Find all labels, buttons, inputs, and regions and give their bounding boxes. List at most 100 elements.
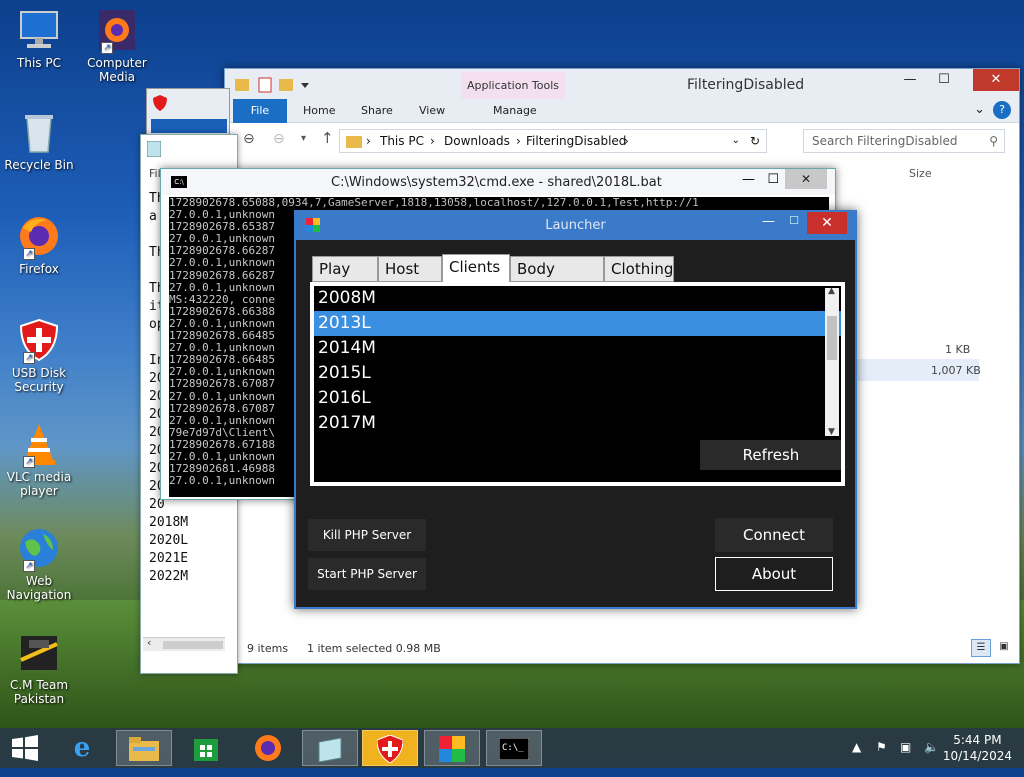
scrollbar-thumb[interactable] [163, 641, 223, 649]
cmd-title: C:\Windows\system32\cmd.exe - shared\201… [331, 175, 662, 190]
start-button[interactable] [0, 730, 50, 766]
ribbon-share-tab[interactable]: Share [361, 104, 393, 117]
scrollbar-thumb[interactable] [827, 316, 837, 360]
ribbon-tabs: File Home Share View Manage ⌄ ? [225, 99, 1019, 123]
client-list-item[interactable]: 2015L [314, 361, 841, 386]
breadcrumb-downloads[interactable]: Downloads [444, 130, 510, 152]
volume-icon[interactable]: 🔈 [924, 740, 939, 754]
action-center-icon[interactable]: ⚑ [876, 740, 887, 754]
scroll-left-icon[interactable]: ‹ [147, 636, 151, 649]
back-icon[interactable]: ⊖ [243, 131, 255, 147]
client-list-item[interactable]: 2016L [314, 386, 841, 411]
usb-disk-security-window[interactable] [146, 88, 230, 138]
close-button[interactable]: ✕ [785, 169, 827, 189]
up-icon[interactable]: ↑ [321, 129, 334, 147]
client-list-item[interactable]: 2008M [314, 286, 841, 311]
explorer-titlebar[interactable]: Application Tools FilteringDisabled — ☐ … [225, 69, 1019, 100]
taskbar-notepad[interactable] [302, 730, 358, 766]
taskbar-clock[interactable]: 5:44 PM 10/14/2024 [943, 732, 1012, 764]
tab-host[interactable]: Host [378, 256, 442, 282]
refresh-icon[interactable]: ↻ [750, 130, 760, 152]
store-icon [194, 739, 218, 761]
start-php-server-button[interactable]: Start PHP Server [308, 558, 426, 590]
scroll-up-icon[interactable]: ▲ [828, 286, 835, 296]
desktop-icon-label: This PC [17, 56, 61, 70]
taskbar-store[interactable] [178, 730, 234, 766]
taskbar-cmd[interactable]: C:\_ [486, 730, 542, 766]
desktop-icon-label: VLC media player [6, 470, 72, 498]
tab-clothing[interactable]: Clothing [604, 256, 674, 282]
notepad-line: 2020L [149, 533, 189, 548]
scroll-down-icon[interactable]: ▼ [828, 427, 835, 437]
minimize-button[interactable]: — [762, 214, 775, 229]
explorer-title: FilteringDisabled [687, 77, 805, 93]
ribbon-home-tab[interactable]: Home [303, 104, 335, 117]
refresh-button[interactable]: Refresh [700, 440, 841, 470]
address-box[interactable]: › This PC › Downloads › FilteringDisable… [339, 129, 767, 153]
address-dropdown-icon[interactable]: ⌄ [732, 130, 740, 152]
desktop-icon-this-pc[interactable]: This PC [3, 8, 75, 70]
kill-php-server-button[interactable]: Kill PHP Server [308, 519, 426, 551]
cmd-icon: C:\ [171, 176, 187, 188]
show-hidden-icons[interactable]: ▲ [852, 740, 861, 754]
maximize-button[interactable]: ☐ [789, 214, 799, 227]
client-list-item[interactable]: 2017M [314, 411, 841, 436]
notepad-icon [318, 737, 342, 763]
details-view-icon[interactable]: ☰ [971, 639, 991, 657]
breadcrumb-filteringdisabled[interactable]: FilteringDisabled [526, 130, 626, 152]
minimize-button[interactable]: — [742, 172, 755, 187]
taskbar-launcher[interactable] [424, 730, 480, 766]
close-button[interactable]: ✕ [973, 69, 1019, 91]
desktop-icon-computer-media[interactable]: ↗ Computer Media [81, 8, 153, 84]
ribbon-view-tab[interactable]: View [419, 104, 445, 117]
computer-icon [17, 8, 61, 52]
maximize-button[interactable]: ☐ [929, 69, 959, 91]
breadcrumb-this-pc[interactable]: This PC [380, 130, 424, 152]
ribbon-manage-tab[interactable]: Manage [493, 104, 537, 117]
close-button[interactable]: ✕ [807, 212, 847, 234]
usb-window-bar [151, 119, 227, 133]
help-icon[interactable]: ? [993, 101, 1011, 119]
taskbar: e C:\_ ▲ ⚑ ▣ 🔈 5:44 PM 10/14/2024 [0, 728, 1024, 768]
network-icon[interactable]: ▣ [900, 740, 911, 754]
taskbar-firefox[interactable] [240, 730, 296, 766]
column-header-size[interactable]: Size [909, 167, 932, 180]
launcher-window[interactable]: Launcher — ☐ ✕ Play Host Clients Body Co… [294, 210, 857, 609]
tab-clients[interactable]: Clients [442, 254, 510, 282]
maximize-button[interactable]: ☐ [767, 172, 779, 187]
large-icons-view-icon[interactable]: ▣ [995, 639, 1013, 657]
launcher-titlebar[interactable]: Launcher — ☐ ✕ [296, 212, 855, 240]
tab-play[interactable]: Play [312, 256, 378, 282]
desktop-icon-recycle-bin[interactable]: Recycle Bin [3, 110, 75, 172]
recent-locations-icon[interactable]: ▾ [301, 133, 306, 144]
horizontal-scrollbar[interactable]: ‹ [143, 636, 225, 651]
search-input[interactable]: Search FilteringDisabled ⚲ [803, 129, 1005, 153]
search-icon: ⚲ [989, 134, 998, 148]
desktop-icon-cm-team[interactable]: C.M Team Pakistan [3, 630, 75, 706]
desktop-icon-firefox[interactable]: ↗ Firefox [3, 214, 75, 276]
cmd-titlebar[interactable]: C:\ C:\Windows\system32\cmd.exe - shared… [161, 169, 835, 195]
ribbon-file-tab[interactable]: File [233, 99, 287, 123]
shield-icon [153, 95, 167, 111]
list-scrollbar[interactable]: ▲ ▼ [825, 286, 839, 437]
desktop-icon-usb-disk-security[interactable]: ↗ USB Disk Security [3, 318, 75, 394]
clients-list[interactable]: 2008M 2013L 2014M 2015L 2016L 2017M ▲ ▼ Refre… [312, 284, 843, 484]
client-list-item[interactable]: 2014M [314, 336, 841, 361]
clock-time: 5:44 PM [953, 733, 1002, 747]
desktop-icon-web-navigation[interactable]: ↗ Web Navigation [3, 526, 75, 602]
taskbar-internet-explorer[interactable]: e [54, 730, 110, 766]
desktop-icon-label: Firefox [19, 262, 59, 276]
ribbon-expand-icon[interactable]: ⌄ [974, 102, 985, 117]
notepad-menu[interactable]: Fil [149, 167, 161, 180]
client-list-item[interactable]: 2013L [314, 311, 841, 336]
forward-icon[interactable]: ⊖ [273, 131, 285, 147]
minimize-button[interactable]: — [895, 69, 925, 91]
quick-access-icons[interactable] [235, 77, 315, 93]
desktop-icon-vlc[interactable]: ↗ VLC media player [3, 422, 75, 498]
tab-body-colors[interactable]: Body Colors [510, 256, 604, 302]
connect-button[interactable]: Connect [715, 518, 833, 552]
about-button[interactable]: About [715, 557, 833, 591]
svg-text:C:\_: C:\_ [502, 743, 524, 753]
taskbar-file-explorer[interactable] [116, 730, 172, 766]
taskbar-usb-disk-security[interactable] [362, 730, 418, 766]
